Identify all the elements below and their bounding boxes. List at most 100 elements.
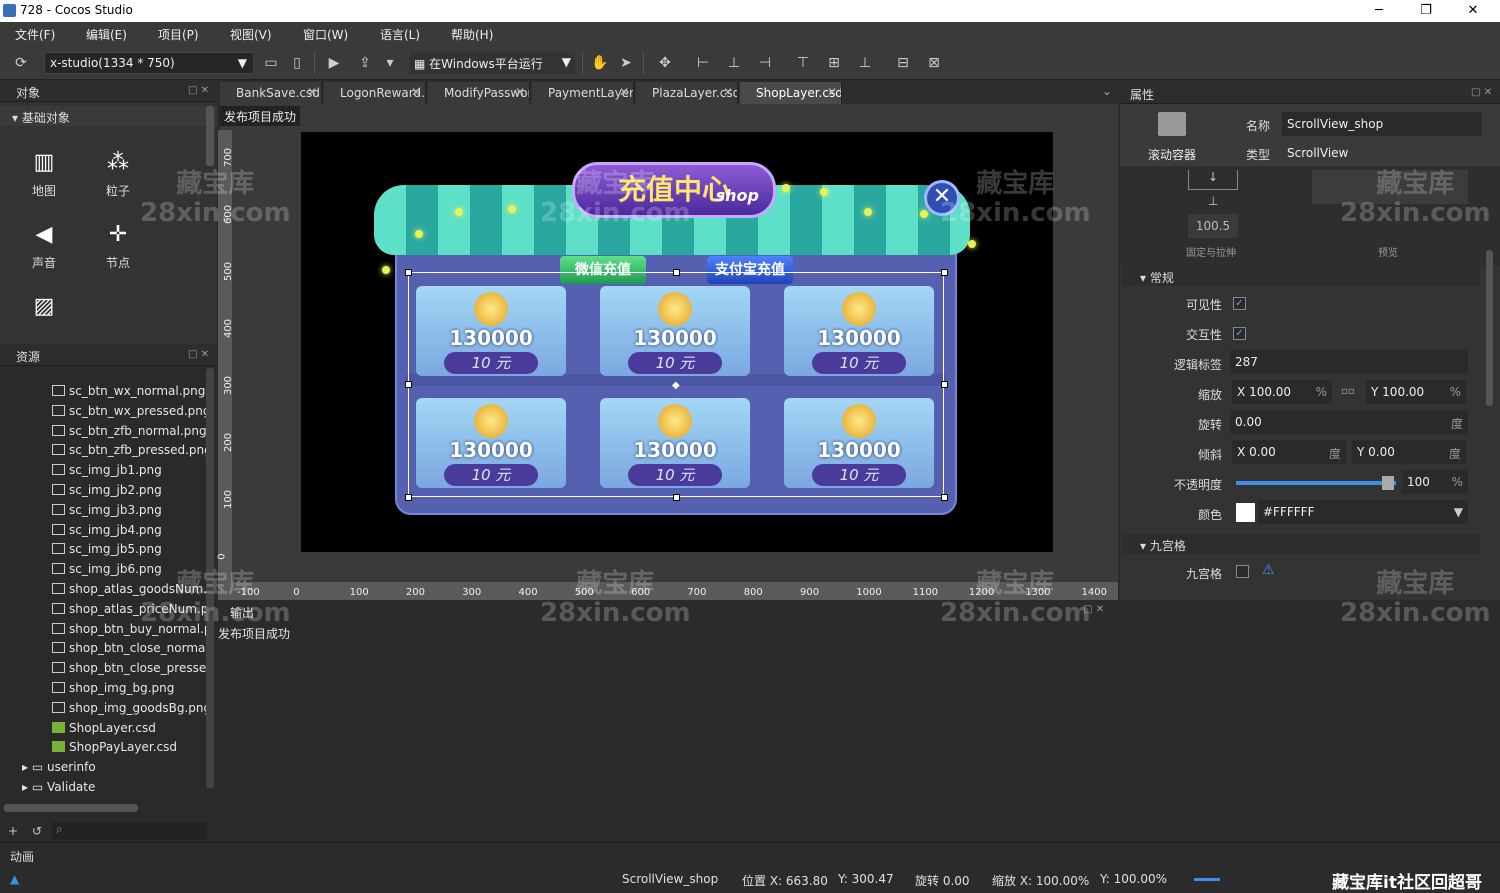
maximize-button[interactable]: ❐	[1403, 0, 1449, 22]
anchor-point[interactable]: ◆	[672, 380, 680, 391]
scale-x-input[interactable]: X 100.00%	[1232, 380, 1332, 404]
object-map[interactable]: ▥ 地图	[14, 148, 74, 199]
properties-scrollbar[interactable]	[1486, 250, 1493, 406]
object-particle[interactable]: ⁂ 粒子	[88, 148, 148, 199]
resource-file-item[interactable]: ShopPayLayer.csd	[52, 740, 206, 760]
resource-search-input[interactable]: ⌕	[52, 822, 207, 840]
menu-file[interactable]: 文件(F)	[15, 26, 55, 43]
resource-file-item[interactable]: sc_btn_wx_pressed.png	[52, 404, 206, 424]
link-icon[interactable]: ▫▫	[1341, 386, 1355, 397]
resolution-select[interactable]: x-studio(1334 * 750) ▼	[44, 52, 254, 74]
name-input[interactable]: ScrollView_shop	[1282, 112, 1482, 136]
tag-input[interactable]: 287	[1230, 350, 1468, 374]
distribute-h-icon[interactable]: ⊟	[894, 54, 912, 72]
resource-file-item[interactable]: ShopLayer.csd	[52, 721, 206, 741]
move-icon[interactable]: ✥	[656, 54, 674, 72]
menu-window[interactable]: 窗口(W)	[303, 26, 348, 43]
resources-scrollbar[interactable]	[206, 368, 214, 788]
tab-modifypassword[interactable]: ModifyPassword.csd✕	[428, 82, 530, 104]
tab-logonreward[interactable]: LogonReward.csd✕	[324, 82, 426, 104]
color-select[interactable]: #FFFFFF ▼	[1258, 500, 1468, 524]
align-right-icon[interactable]: ⊣	[756, 54, 774, 72]
close-icon[interactable]: ✕	[515, 85, 525, 99]
landscape-icon[interactable]: ▭	[262, 54, 280, 72]
play-icon[interactable]: ▶	[325, 54, 343, 72]
scale-y-input[interactable]: Y 100.00%	[1366, 380, 1466, 404]
resource-file-item[interactable]: sc_img_jb3.png	[52, 503, 206, 523]
menu-view[interactable]: 视图(V)	[230, 26, 272, 43]
opacity-slider-handle[interactable]	[1382, 476, 1394, 490]
resource-file-item[interactable]: sc_img_jb2.png	[52, 483, 206, 503]
menu-help[interactable]: 帮助(H)	[451, 26, 493, 43]
close-window-button[interactable]: ✕	[1450, 0, 1496, 22]
menu-language[interactable]: 语言(L)	[380, 26, 420, 43]
anchor-input[interactable]: 100.5	[1188, 214, 1238, 238]
tab-paymentlayer[interactable]: PaymentLayer.csd✕	[532, 82, 634, 104]
resource-file-item[interactable]: shop_btn_close_normal.png	[52, 641, 206, 661]
align-left-icon[interactable]: ⊢	[694, 54, 712, 72]
menu-edit[interactable]: 编辑(E)	[86, 26, 127, 43]
portrait-icon[interactable]: ▯	[288, 54, 306, 72]
resource-file-item[interactable]: sc_btn_wx_normal.png	[52, 384, 206, 404]
close-icon[interactable]: ✕	[307, 85, 317, 99]
visible-checkbox[interactable]: ✓	[1233, 297, 1246, 310]
resource-file-item[interactable]: sc_img_jb5.png	[52, 542, 206, 562]
resource-file-item[interactable]: sc_img_jb6.png	[52, 562, 206, 582]
warning-icon[interactable]: ▲	[10, 872, 19, 886]
panel-buttons[interactable]: □ ✕	[1083, 604, 1104, 615]
align-top-icon[interactable]: ⊤	[794, 54, 812, 72]
objects-scrollbar[interactable]	[206, 106, 214, 166]
opacity-slider[interactable]	[1236, 481, 1396, 485]
publish-dropdown-icon[interactable]: ▾	[381, 54, 399, 72]
interactive-checkbox[interactable]: ✓	[1233, 327, 1246, 340]
zoom-slider[interactable]	[1194, 878, 1220, 881]
nine-slice-checkbox[interactable]	[1236, 565, 1249, 578]
rotation-input[interactable]: 0.00 度	[1230, 410, 1468, 434]
platform-select[interactable]: ▦ 在Windows平台运行 ▼	[410, 52, 575, 74]
refresh-icon[interactable]: ↺	[32, 824, 42, 838]
select-tool-icon[interactable]: ➤	[617, 54, 635, 72]
close-icon[interactable]: ✕	[827, 85, 837, 99]
panel-buttons[interactable]: □ ✕	[188, 349, 209, 360]
resource-file-item[interactable]: shop_img_goodsBg.png	[52, 701, 206, 721]
skew-x-input[interactable]: X 0.00 度	[1232, 440, 1346, 464]
objects-group-header[interactable]: ▾ 基础对象	[0, 106, 217, 126]
object-image[interactable]: ▨	[14, 292, 74, 326]
resource-file-item[interactable]: shop_atlas_goodsNum.png	[52, 582, 206, 602]
refresh-icon[interactable]: ⟳	[12, 54, 30, 72]
menu-project[interactable]: 项目(P)	[158, 26, 199, 43]
resources-hscrollbar[interactable]	[4, 804, 138, 812]
panel-buttons[interactable]: □ ✕	[188, 85, 209, 96]
color-swatch[interactable]	[1236, 503, 1255, 522]
resource-file-item[interactable]: shop_atlas_priceNum.png	[52, 602, 206, 622]
resource-file-item[interactable]: shop_btn_buy_normal.png	[52, 622, 206, 642]
opacity-input[interactable]: 100%	[1402, 470, 1468, 494]
tab-plazalayer[interactable]: PlazaLayer.csd ✕	[636, 82, 738, 104]
close-icon[interactable]: ✕	[411, 85, 421, 99]
align-bottom-icon[interactable]: ⊥	[856, 54, 874, 72]
resource-file-item[interactable]: sc_img_jb1.png	[52, 463, 206, 483]
panel-buttons[interactable]: □ ✕	[1471, 87, 1492, 98]
add-icon[interactable]: +	[8, 824, 18, 838]
shop-close-button[interactable]: ✕	[924, 180, 960, 216]
close-icon[interactable]: ✕	[723, 85, 733, 99]
folder-validate[interactable]: ▸ ▭ Validate	[22, 780, 95, 800]
section-nine-slice[interactable]: ▾ 九宫格	[1122, 534, 1480, 554]
tabs-menu-icon[interactable]: ⌄	[1102, 84, 1112, 98]
hand-tool-icon[interactable]: ✋	[591, 54, 609, 72]
minimize-button[interactable]: ─	[1356, 0, 1402, 22]
resource-file-item[interactable]: shop_btn_close_pressed.png	[52, 661, 206, 681]
resource-file-item[interactable]: sc_btn_zfb_pressed.png	[52, 443, 206, 463]
distribute-v-icon[interactable]: ⊠	[925, 54, 943, 72]
tab-banksave[interactable]: BankSave.csd ✕	[220, 82, 322, 104]
align-vcenter-icon[interactable]: ⊞	[825, 54, 843, 72]
publish-icon[interactable]: ⇪	[356, 54, 374, 72]
tab-shoplayer[interactable]: ShopLayer.csd ✕	[740, 82, 842, 104]
resource-file-item[interactable]: sc_img_jb4.png	[52, 523, 206, 543]
object-node[interactable]: ✛ 节点	[88, 220, 148, 271]
align-hcenter-icon[interactable]: ⊥	[725, 54, 743, 72]
object-sound[interactable]: ◀ 声音	[14, 220, 74, 271]
section-general[interactable]: ▾ 常规	[1122, 266, 1480, 286]
folder-userinfo[interactable]: ▸ ▭ userinfo	[22, 760, 96, 780]
resource-file-item[interactable]: sc_btn_zfb_normal.png	[52, 424, 206, 444]
